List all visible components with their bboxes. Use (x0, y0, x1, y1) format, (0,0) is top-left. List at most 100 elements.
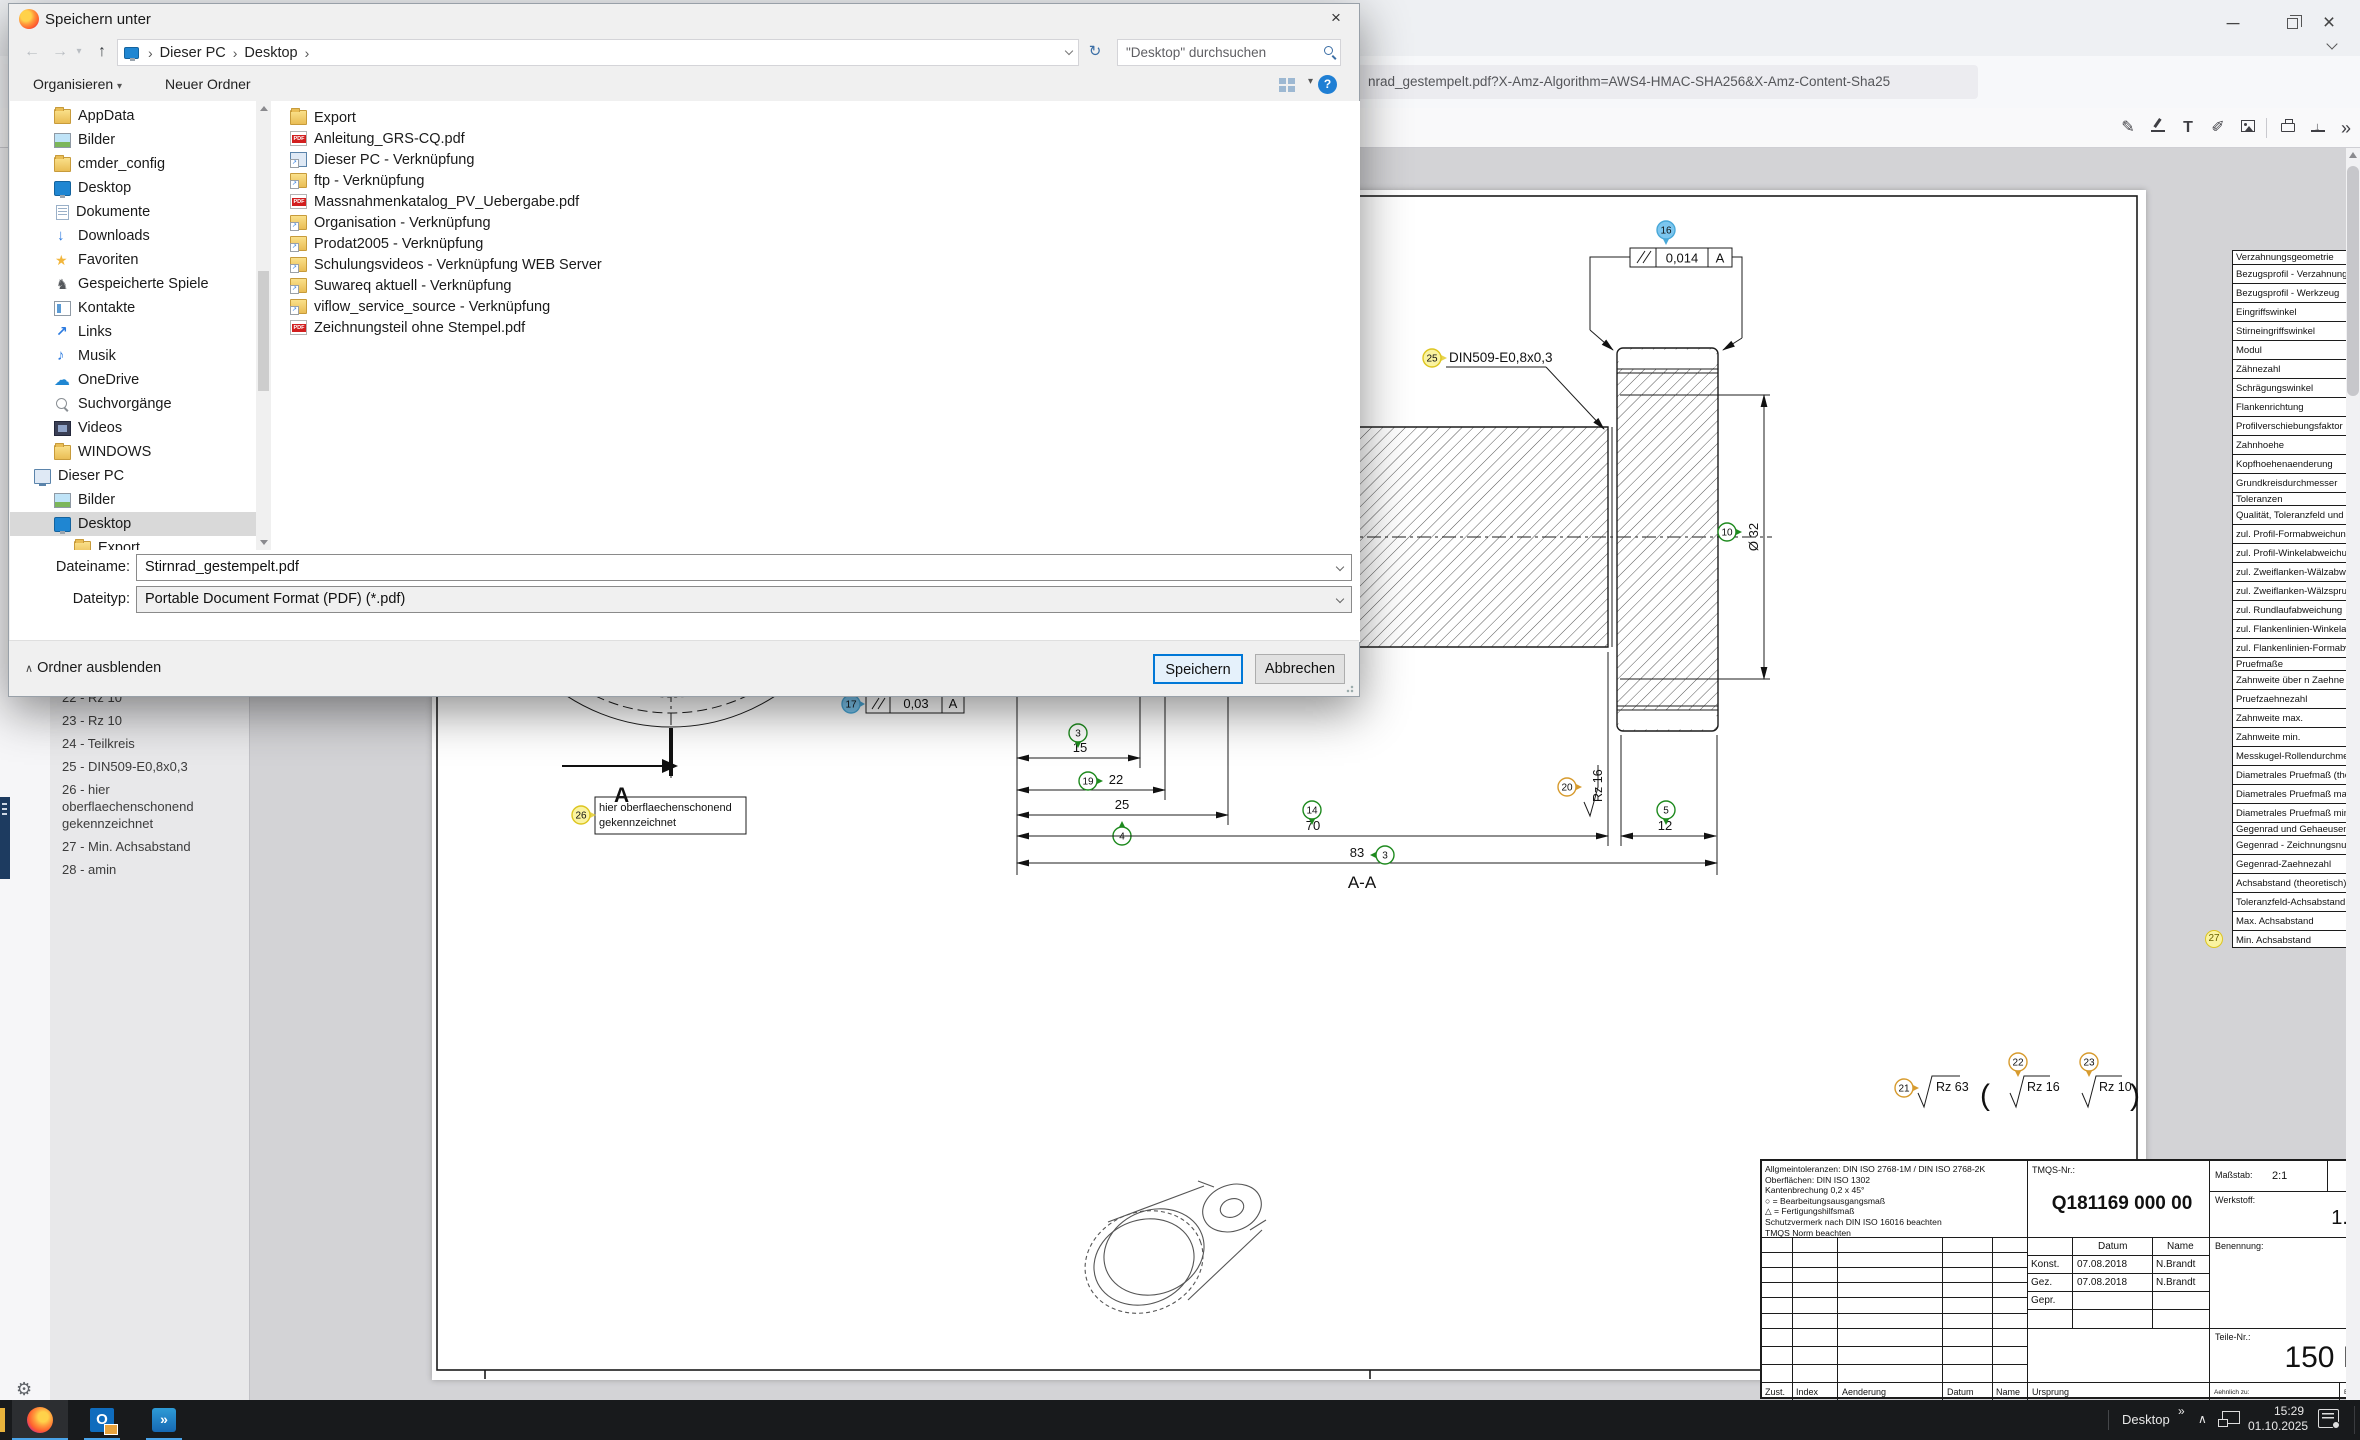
tree-item[interactable]: Kontakte (10, 296, 256, 320)
pdf-image-icon[interactable] (2234, 114, 2262, 142)
tree-item[interactable]: cmder_config (10, 152, 256, 176)
list-item[interactable]: 23 - Rz 10 (62, 709, 242, 732)
tree-item[interactable]: Links (10, 320, 256, 344)
file-item[interactable]: Suwareq aktuell - Verknüpfung (290, 275, 1330, 296)
tree-item[interactable]: Videos (10, 416, 256, 440)
tree-item[interactable]: Favoriten (10, 248, 256, 272)
list-tabs-icon[interactable] (2326, 38, 2337, 49)
history-dropdown-icon[interactable]: ▾ (71, 38, 87, 65)
file-item[interactable]: ftp - Verknüpfung (290, 170, 1330, 191)
hide-folders-button[interactable]: ∧ Ordner ausblenden (25, 660, 161, 676)
chevron-down-icon[interactable] (1336, 563, 1344, 571)
organize-button[interactable]: Organisieren ▾ (33, 76, 122, 92)
tree-item[interactable]: Bilder (10, 128, 256, 152)
tree-item[interactable]: OneDrive (10, 368, 256, 392)
tree-item[interactable]: Export (10, 536, 256, 550)
notification-center-icon[interactable] (2318, 1409, 2339, 1428)
tree-scrollbar[interactable] (256, 101, 271, 550)
restore-icon[interactable] (2287, 18, 2298, 29)
file-item[interactable]: Prodat2005 - Verknüpfung (290, 233, 1330, 254)
table-row: zul. Flankenlinien-Winkelabw. fHβ 0,008 (2233, 619, 2360, 638)
list-item[interactable]: 24 - Teilkreis (62, 732, 242, 755)
file-item[interactable]: Dieser PC - Verknüpfung (290, 149, 1330, 170)
new-folder-button[interactable]: Neuer Ordner (165, 76, 251, 92)
tree-item[interactable]: Gespeicherte Spiele (10, 272, 256, 296)
scroll-up-icon[interactable] (260, 106, 268, 111)
view-options-icon[interactable] (1279, 78, 1295, 92)
pdf-sign-icon[interactable]: ✎ (2114, 114, 2142, 142)
pdf-highlight-icon[interactable] (2144, 114, 2172, 142)
view-caret-icon[interactable]: ▾ (1308, 76, 1313, 87)
show-desktop-edge[interactable] (2354, 1406, 2355, 1434)
help-icon[interactable]: ? (1318, 75, 1337, 94)
file-item[interactable]: Schulungsvideos - Verknüpfung WEB Server (290, 254, 1330, 275)
gear-icon[interactable]: ⚙ (16, 1380, 32, 1398)
dialog-titlebar[interactable]: Speichern unter × (9, 4, 1359, 34)
breadcrumb[interactable]: › Dieser PC › Desktop › (117, 39, 1079, 66)
close-icon[interactable]: × (1313, 4, 1359, 34)
toolbar-expand-icon[interactable]: » (2178, 1404, 2185, 1418)
file-item[interactable]: Organisation - Verknüpfung (290, 212, 1330, 233)
taskbar-remote-app-button[interactable]: » (136, 1400, 192, 1440)
file-item[interactable]: Massnahmenkatalog_PV_Uebergabe.pdf (290, 191, 1330, 212)
up-icon[interactable]: ↑ (89, 38, 115, 65)
file-item[interactable]: Anleitung_GRS-CQ.pdf (290, 128, 1330, 149)
minimize-icon[interactable]: ─ (2210, 8, 2256, 38)
file-item[interactable]: viflow_service_source - Verknüpfung (290, 296, 1330, 317)
file-item[interactable]: Zeichnungsteil ohne Stempel.pdf (290, 317, 1330, 338)
tree-item[interactable]: Desktop (10, 512, 256, 536)
breadcrumb-root[interactable]: Dieser PC (160, 45, 226, 61)
scrollbar-thumb[interactable] (258, 271, 269, 391)
filetype-select[interactable]: Portable Document Format (PDF) (*.pdf) (136, 586, 1352, 613)
desktop-toolbar-label[interactable]: Desktop (2122, 1412, 2170, 1427)
tree-item[interactable]: Dieser PC (10, 464, 256, 488)
din509-callout: DIN509-E0,8x0,3 (1446, 350, 1604, 429)
forward-icon[interactable]: → (47, 38, 73, 65)
search-input[interactable]: "Desktop" durchsuchen (1117, 39, 1341, 66)
taskbar-firefox-button[interactable] (12, 1400, 68, 1440)
refresh-icon[interactable]: ↻ (1081, 39, 1109, 66)
pdf-text-icon[interactable]: T (2174, 114, 2202, 142)
tree-item[interactable]: Suchvorgänge (10, 392, 256, 416)
breadcrumb-leaf[interactable]: Desktop (244, 45, 297, 61)
download-icon[interactable] (2304, 114, 2332, 142)
close-icon[interactable]: × (2306, 8, 2352, 38)
scroll-up-icon[interactable] (2349, 152, 2357, 158)
taskbar-clock[interactable]: 15:29 01.10.2025 (2248, 1404, 2304, 1434)
pdf-scrollbar[interactable] (2346, 148, 2360, 1400)
tree-item[interactable]: Dokumente (10, 200, 256, 224)
resize-grip[interactable] (1346, 683, 1356, 693)
tree-item[interactable]: AppData (10, 104, 256, 128)
list-item[interactable]: 27 - Min. Achsabstand (62, 835, 242, 858)
tree-item[interactable]: Bilder (10, 488, 256, 512)
print-icon[interactable] (2274, 114, 2302, 142)
pdf-more-tools-icon[interactable]: » (2332, 114, 2360, 142)
tree-item[interactable]: Musik (10, 344, 256, 368)
cancel-button[interactable]: Abbrechen (1255, 654, 1345, 684)
network-icon[interactable] (2222, 1411, 2240, 1424)
file-item[interactable]: Export (290, 107, 1330, 128)
list-item[interactable]: 25 - DIN509-E0,8x0,3 (62, 755, 242, 778)
pdf-draw-icon[interactable]: ✐ (2204, 114, 2232, 142)
list-item[interactable]: 26 - hier oberflaechenschonend gekennzei… (62, 778, 242, 835)
show-hidden-icons[interactable]: ∧ (2198, 1412, 2207, 1426)
svg-text:3: 3 (1075, 729, 1081, 740)
scrollbar-thumb[interactable] (2347, 166, 2359, 396)
docked-panel-handle[interactable] (0, 797, 10, 879)
scroll-down-icon[interactable] (260, 540, 268, 545)
balloon-26: 26 (572, 806, 596, 824)
section-cut-arrow: A (562, 728, 678, 807)
tree-item[interactable]: Downloads (10, 224, 256, 248)
tree-item[interactable]: Desktop (10, 176, 256, 200)
save-button[interactable]: Speichern (1153, 654, 1243, 684)
list-item[interactable]: 28 - amin (62, 858, 242, 881)
taskbar-outlook-button[interactable]: O (74, 1400, 130, 1440)
search-icon[interactable] (1324, 46, 1333, 55)
filename-input[interactable]: Stirnrad_gestempelt.pdf (136, 554, 1352, 581)
chevron-down-icon[interactable] (1336, 595, 1344, 603)
chevron-down-icon[interactable] (1065, 47, 1073, 55)
tree-item[interactable]: WINDOWS (10, 440, 256, 464)
pinned-app-partial-icon[interactable] (0, 1408, 5, 1432)
dimension-25: 25 (1017, 797, 1228, 815)
back-icon[interactable]: ← (19, 38, 45, 65)
